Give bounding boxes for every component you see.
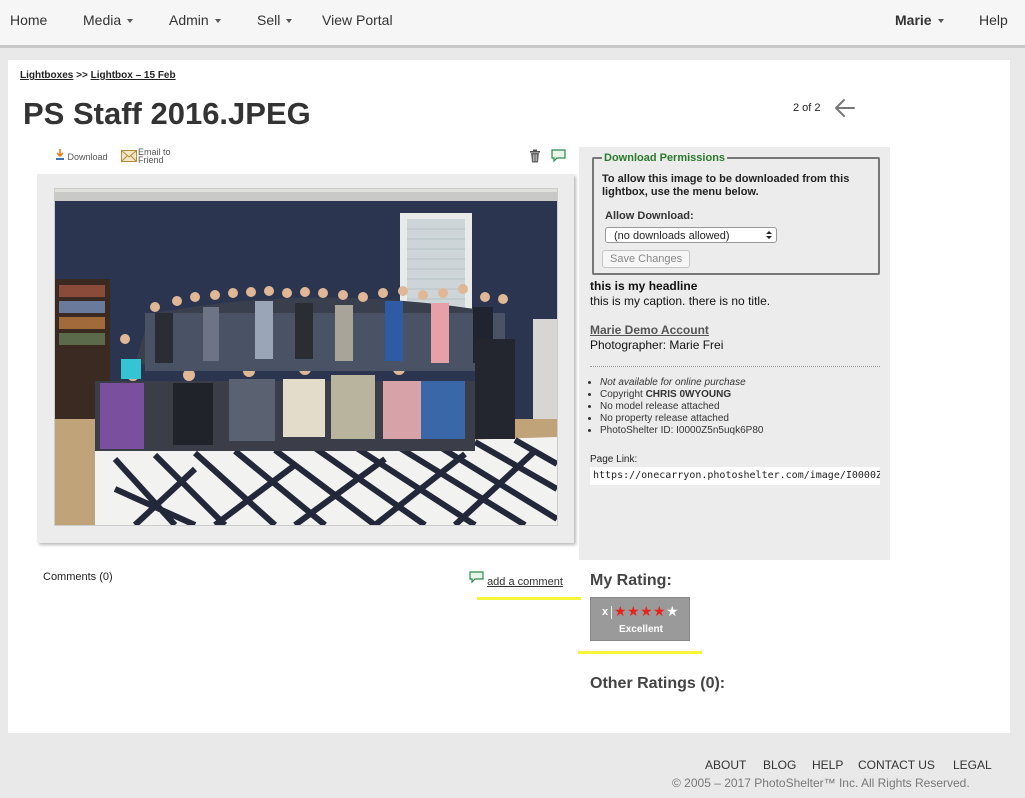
image-caption: this is my caption. there is no title. <box>590 294 771 308</box>
download-permissions-text: To allow this image to be downloaded fro… <box>602 173 850 198</box>
top-nav: Home Media Admin Sell View Portal Marie … <box>0 0 1025 48</box>
rating-widget: x ★ ★ ★ ★ ★ Excellent <box>590 597 690 641</box>
clear-rating-button[interactable]: x <box>602 606 608 618</box>
rating-star-1[interactable]: ★ <box>614 604 627 618</box>
meta-property-release: No property release attached <box>600 413 763 425</box>
image-frame <box>37 174 574 543</box>
account-link[interactable]: Marie Demo Account <box>590 323 709 337</box>
nav-media-label: Media <box>83 12 122 28</box>
photo-container <box>54 188 558 526</box>
my-rating-heading: My Rating: <box>590 572 672 589</box>
footer-copyright: © 2005 – 2017 PhotoShelter™ Inc. All Rig… <box>672 776 970 790</box>
rating-star-5[interactable]: ★ <box>666 604 679 618</box>
nav-help[interactable]: Help <box>979 12 1008 28</box>
meta-model-release: No model release attached <box>600 401 763 413</box>
nav-user-label: Marie <box>895 12 932 28</box>
rating-label: Excellent <box>619 624 663 635</box>
download-permissions-box: Download Permissions To allow this image… <box>592 152 880 275</box>
nav-media[interactable]: Media <box>83 12 134 28</box>
nav-sell[interactable]: Sell <box>257 12 293 28</box>
nav-admin-label: Admin <box>169 12 209 28</box>
email-label-line2: Friend <box>138 155 164 165</box>
meta-copyright: Copyright CHRIS 0WYOUNG <box>600 389 763 401</box>
meta-purchase: Not available for online purchase <box>600 377 763 389</box>
nav-user-menu[interactable]: Marie <box>895 12 944 28</box>
image-headline: this is my headline <box>590 279 698 293</box>
chevron-down-icon <box>214 19 221 24</box>
nav-view-portal[interactable]: View Portal <box>322 12 393 28</box>
meta-copyright-prefix: Copyright <box>600 389 646 400</box>
save-changes-button[interactable]: Save Changes <box>602 250 691 268</box>
rating-star-4[interactable]: ★ <box>653 604 666 618</box>
footer-blog[interactable]: BLOG <box>763 758 796 772</box>
footer-help[interactable]: HELP <box>812 758 843 772</box>
meta-copyright-holder: CHRIS 0WYOUNG <box>645 389 732 400</box>
breadcrumb-current[interactable]: Lightbox – 15 Feb <box>91 70 176 81</box>
allow-download-label: Allow Download: <box>605 210 694 222</box>
breadcrumb-lightboxes[interactable]: Lightboxes <box>20 70 73 81</box>
highlight-underline <box>477 597 581 600</box>
download-button[interactable]: Download <box>55 149 108 162</box>
comments-count: Comments (0) <box>43 571 113 583</box>
staff-group-photo[interactable] <box>55 189 557 525</box>
chevron-down-icon <box>286 19 293 24</box>
chevron-down-icon <box>937 19 944 24</box>
chevron-down-icon <box>127 19 134 24</box>
breadcrumb: Lightboxes >> Lightbox – 15 Feb <box>20 70 176 81</box>
nav-home[interactable]: Home <box>10 12 47 28</box>
nav-admin[interactable]: Admin <box>169 12 221 28</box>
comment-icon[interactable] <box>551 149 566 163</box>
divider <box>590 366 880 367</box>
image-info-panel: Download Permissions To allow this image… <box>579 147 890 560</box>
allow-download-value: (no downloads allowed) <box>614 230 730 242</box>
rating-star-2[interactable]: ★ <box>627 604 640 618</box>
trash-icon[interactable] <box>529 149 541 163</box>
footer-legal[interactable]: LEGAL <box>953 758 992 772</box>
envelope-icon <box>121 150 137 162</box>
page-link-label: Page Link: <box>590 454 638 465</box>
rating-separator <box>611 606 612 619</box>
image-metadata-list: Not available for online purchase Copyri… <box>590 377 763 437</box>
download-permissions-legend: Download Permissions <box>602 152 728 164</box>
select-arrows-icon <box>766 231 772 239</box>
arrow-left-icon[interactable] <box>832 95 858 121</box>
other-ratings-heading: Other Ratings (0): <box>590 675 726 692</box>
main-panel: Lightboxes >> Lightbox – 15 Feb PS Staff… <box>8 60 1010 733</box>
footer-about[interactable]: ABOUT <box>705 758 746 772</box>
breadcrumb-separator: >> <box>76 70 88 81</box>
footer-contact[interactable]: CONTACT US <box>858 758 935 772</box>
add-comment-label: add a comment <box>487 576 563 588</box>
nav-sell-label: Sell <box>257 12 281 28</box>
highlight-underline <box>578 651 702 654</box>
pager-count: 2 of 2 <box>793 102 821 114</box>
comment-icon <box>469 571 484 584</box>
rating-star-3[interactable]: ★ <box>640 604 653 618</box>
photographer-credit: Photographer: Marie Frei <box>590 338 724 352</box>
download-icon <box>56 149 64 160</box>
page-title: PS Staff 2016.JPEG <box>23 96 311 131</box>
page-link-field[interactable]: https://onecarryon.photoshelter.com/imag… <box>590 467 880 485</box>
allow-download-select[interactable]: (no downloads allowed) <box>605 227 777 243</box>
download-label: Download <box>67 152 108 162</box>
add-comment-link[interactable]: add a comment <box>469 571 563 588</box>
meta-photoshelter-id: PhotoShelter ID: I0000Z5n5uqk6P80 <box>600 425 763 437</box>
